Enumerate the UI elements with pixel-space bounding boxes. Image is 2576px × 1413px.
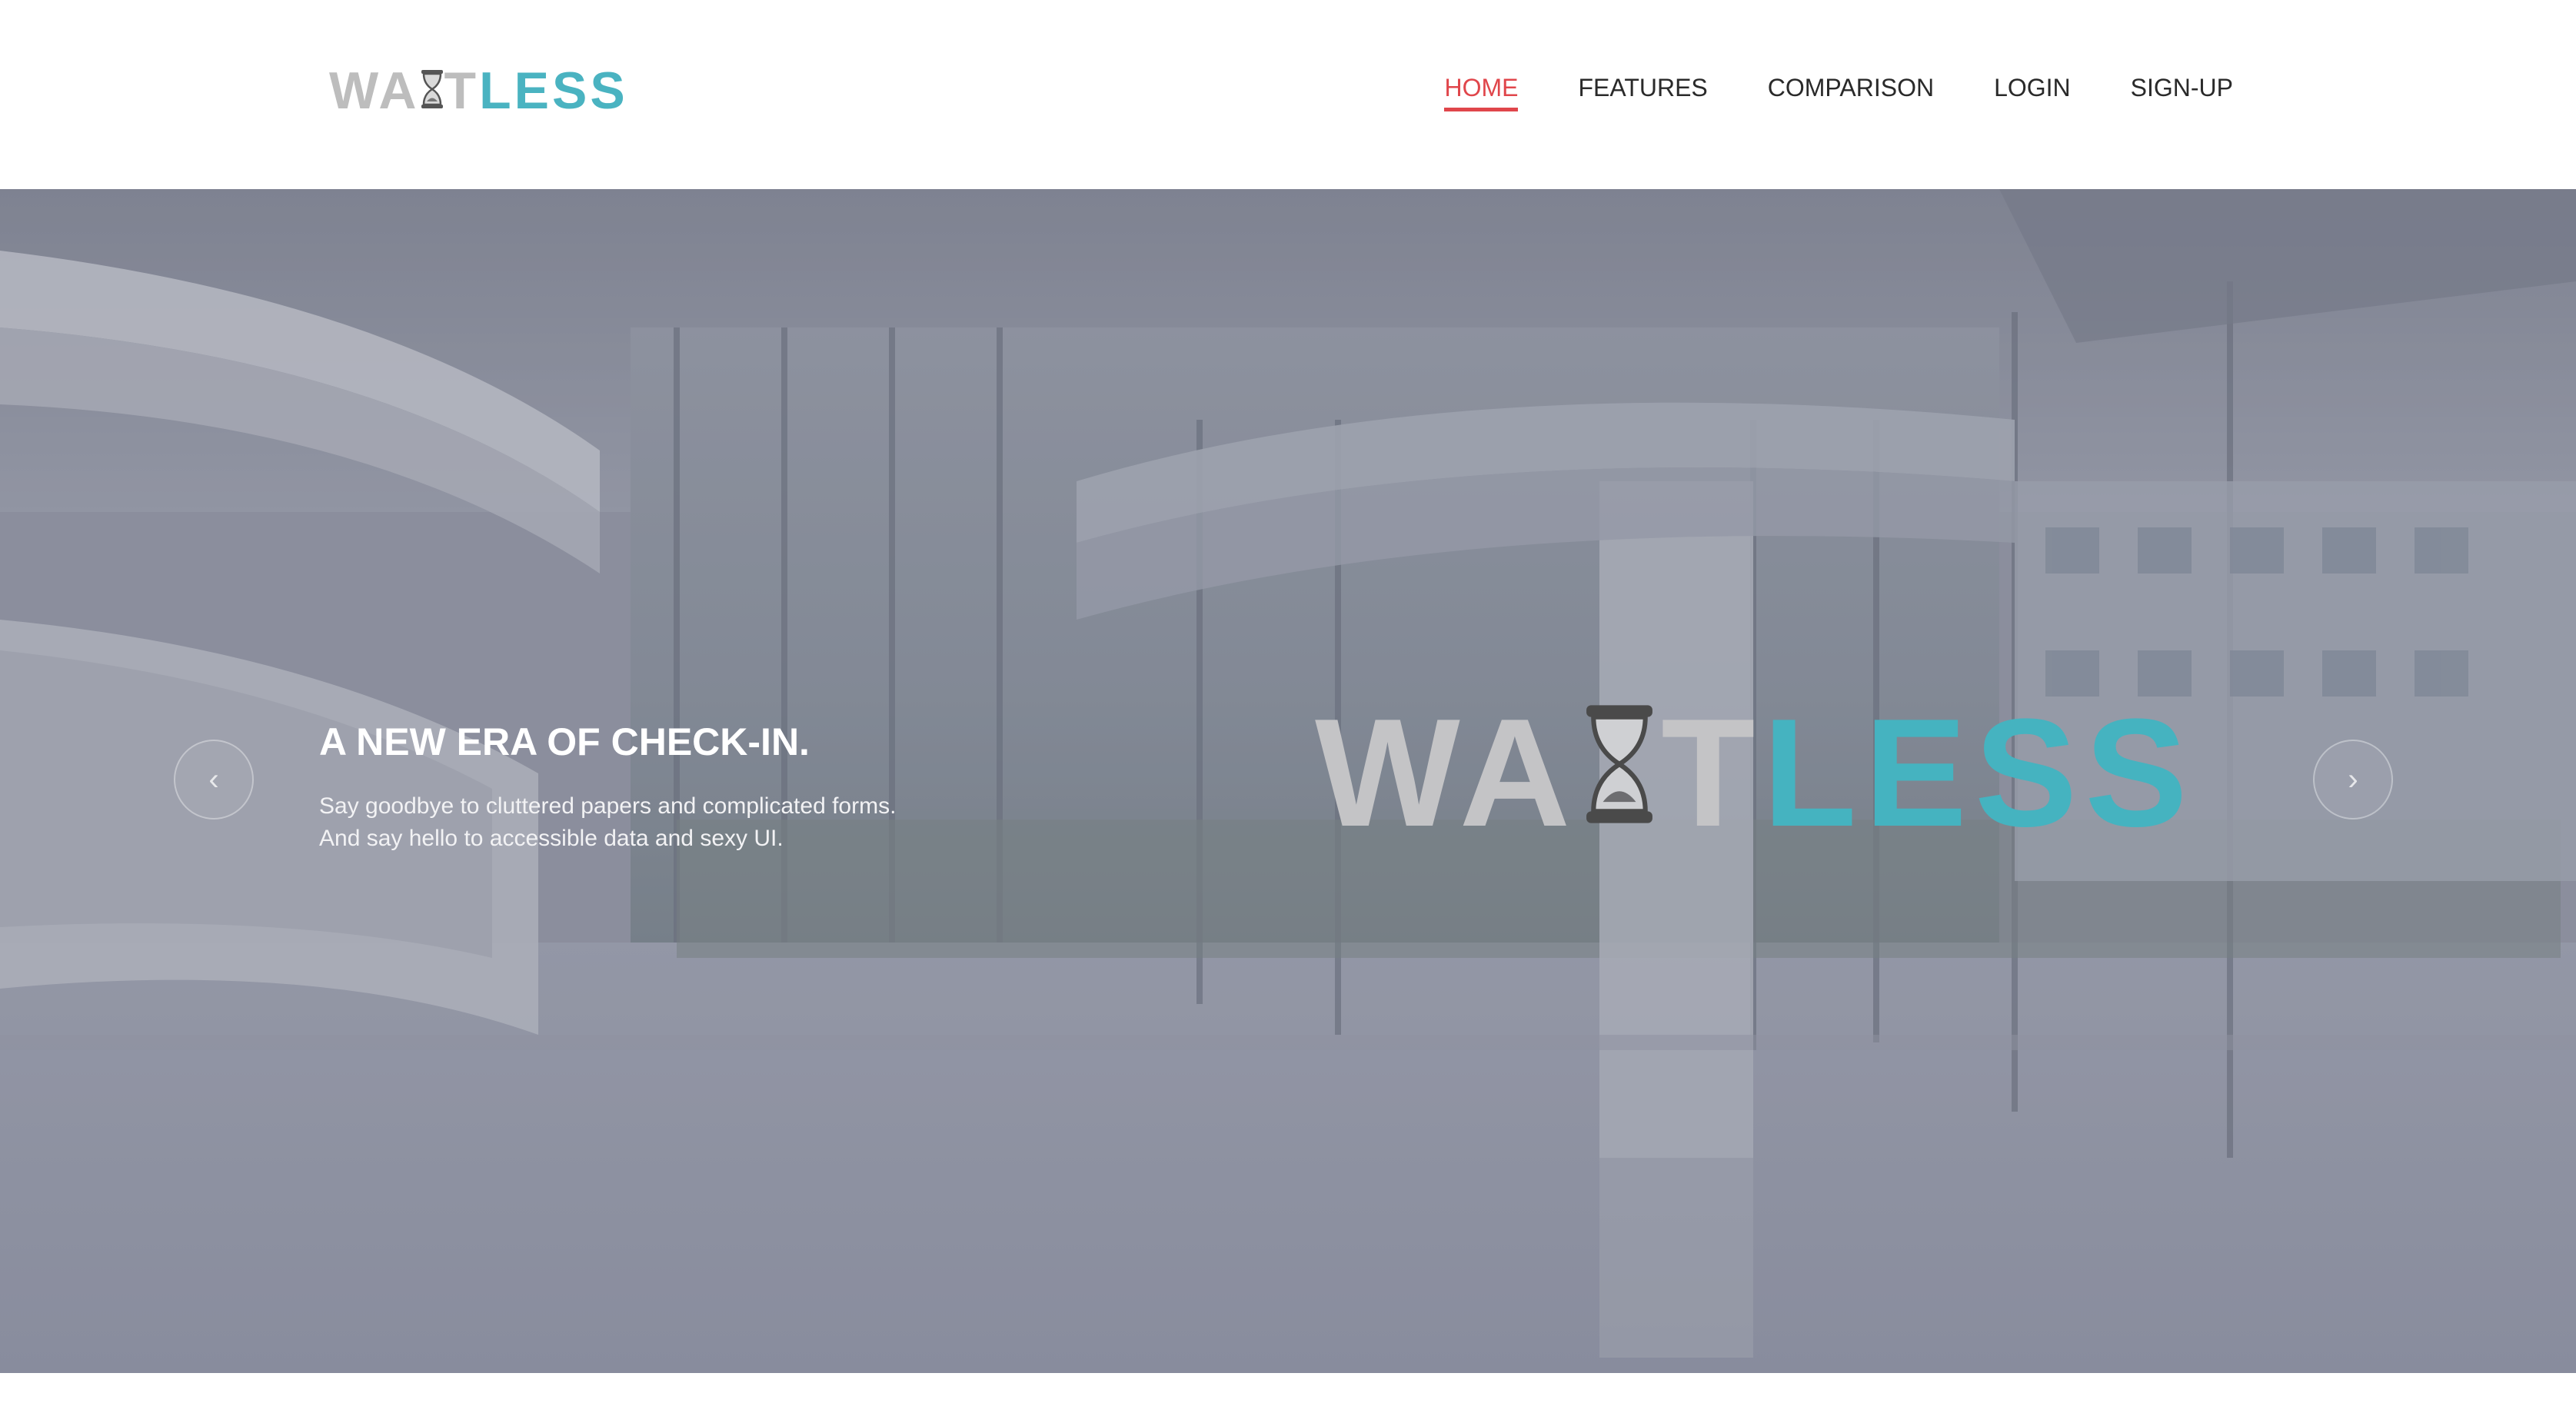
logo-text-less: LESS (479, 62, 628, 120)
hero-logo-text-t: T (1661, 687, 1763, 859)
hero-line-2: And say hello to accessible data and sex… (319, 826, 784, 851)
hero-logo-text-wa: WA (1315, 687, 1579, 859)
logo-text-t: T (444, 62, 480, 120)
hero-carousel: ‹ › A NEW ERA OF CHECK-IN. Say goodbye t… (0, 189, 2576, 1373)
nav-item-comparison[interactable]: COMPARISON (1768, 74, 1934, 110)
site-header: WA T LESS HOME FEATURES COMPARISON LOGIN… (0, 0, 2576, 189)
hero-caption: A NEW ERA OF CHECK-IN. Say goodbye to cl… (319, 720, 896, 855)
hero-logo-text-less: LESS (1762, 687, 2195, 859)
hero-line-1: Say goodbye to cluttered papers and comp… (319, 793, 897, 819)
hourglass-icon (1584, 697, 1655, 850)
nav-item-signup[interactable]: SIGN-UP (2131, 74, 2233, 110)
nav-item-home[interactable]: HOME (1444, 74, 1519, 111)
hero-logo: WA T LESS (1315, 697, 2195, 850)
chevron-right-icon: › (2348, 762, 2358, 796)
carousel-next-button[interactable]: › (2313, 740, 2393, 820)
hero-heading: A NEW ERA OF CHECK-IN. (319, 720, 810, 763)
nav-item-features[interactable]: FEATURES (1578, 74, 1707, 110)
hourglass-icon (421, 65, 444, 117)
nav-item-login[interactable]: LOGIN (1994, 74, 2071, 110)
brand-logo[interactable]: WA T LESS (329, 60, 628, 121)
chevron-left-icon: ‹ (208, 762, 219, 796)
logo-text-wa: WA (329, 62, 420, 120)
carousel-prev-button[interactable]: ‹ (174, 740, 254, 820)
main-nav: HOME FEATURES COMPARISON LOGIN SIGN-UP (1444, 74, 2233, 111)
